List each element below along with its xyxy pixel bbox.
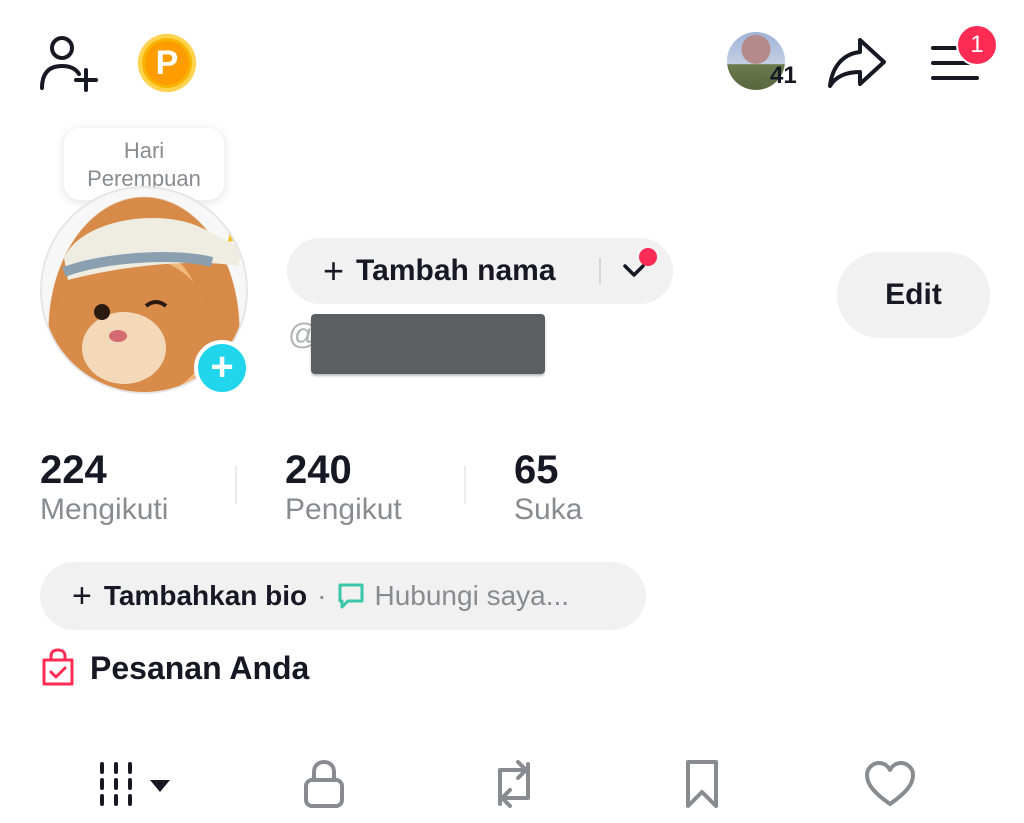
stat-likes-label: Suka	[514, 493, 583, 526]
stat-divider	[464, 466, 466, 504]
redacted-username	[311, 314, 545, 374]
stat-following-label: Mengikuti	[40, 493, 169, 526]
share-icon	[828, 38, 886, 88]
stat-followers-label: Pengikut	[285, 493, 402, 526]
stat-followers[interactable]: 240 Pengikut	[285, 448, 402, 527]
tooltip-line-1: Hari	[123, 138, 165, 163]
add-friend-icon	[40, 36, 98, 92]
contact-me-label[interactable]: Hubungi saya...	[374, 580, 569, 612]
tab-favorites[interactable]	[676, 752, 728, 816]
stat-followers-value: 240	[285, 448, 352, 492]
bio-separator: ·	[317, 580, 327, 611]
lock-icon	[304, 759, 344, 808]
add-name-label: Tambah nama	[356, 254, 556, 287]
tab-liked[interactable]	[862, 752, 918, 816]
share-button[interactable]	[826, 36, 888, 88]
edit-profile-button[interactable]: Edit	[837, 252, 990, 338]
add-name-button[interactable]: + Tambah nama	[287, 238, 673, 304]
profile-viewers-count: 41	[770, 62, 797, 89]
bookmark-icon	[686, 760, 718, 808]
shopping-bag-icon	[42, 648, 74, 686]
name-pill-divider	[599, 258, 601, 284]
heart-icon	[865, 761, 915, 806]
add-name-plus: +	[323, 250, 345, 291]
add-bio-label[interactable]: Tambahkan bio	[104, 580, 307, 612]
stat-likes[interactable]: 65 Suka	[514, 448, 582, 527]
chat-bubble-icon	[338, 583, 364, 609]
repost-icon	[498, 760, 530, 808]
notification-badge: 1	[956, 24, 998, 66]
stat-following[interactable]: 224 Mengikuti	[40, 448, 168, 527]
tab-reposts[interactable]	[484, 752, 544, 816]
stat-likes-value: 65	[514, 448, 559, 492]
bio-pill[interactable]: + Tambahkan bio · Hubungi saya...	[40, 562, 646, 630]
stat-following-value: 224	[40, 448, 107, 492]
coin-letter: P	[145, 41, 189, 85]
add-avatar-button[interactable]: +	[194, 340, 250, 396]
your-orders-link[interactable]: Pesanan Anda	[40, 648, 309, 688]
name-pill-red-dot	[639, 248, 657, 266]
stat-divider	[235, 466, 237, 504]
add-friend-button[interactable]	[36, 34, 100, 92]
coins-button[interactable]: P	[138, 34, 196, 92]
add-bio-plus: +	[72, 576, 92, 615]
tab-private[interactable]	[296, 752, 352, 816]
tab-videos[interactable]	[96, 752, 176, 816]
videos-grid-icon	[100, 762, 170, 806]
your-orders-label: Pesanan Anda	[90, 649, 310, 686]
